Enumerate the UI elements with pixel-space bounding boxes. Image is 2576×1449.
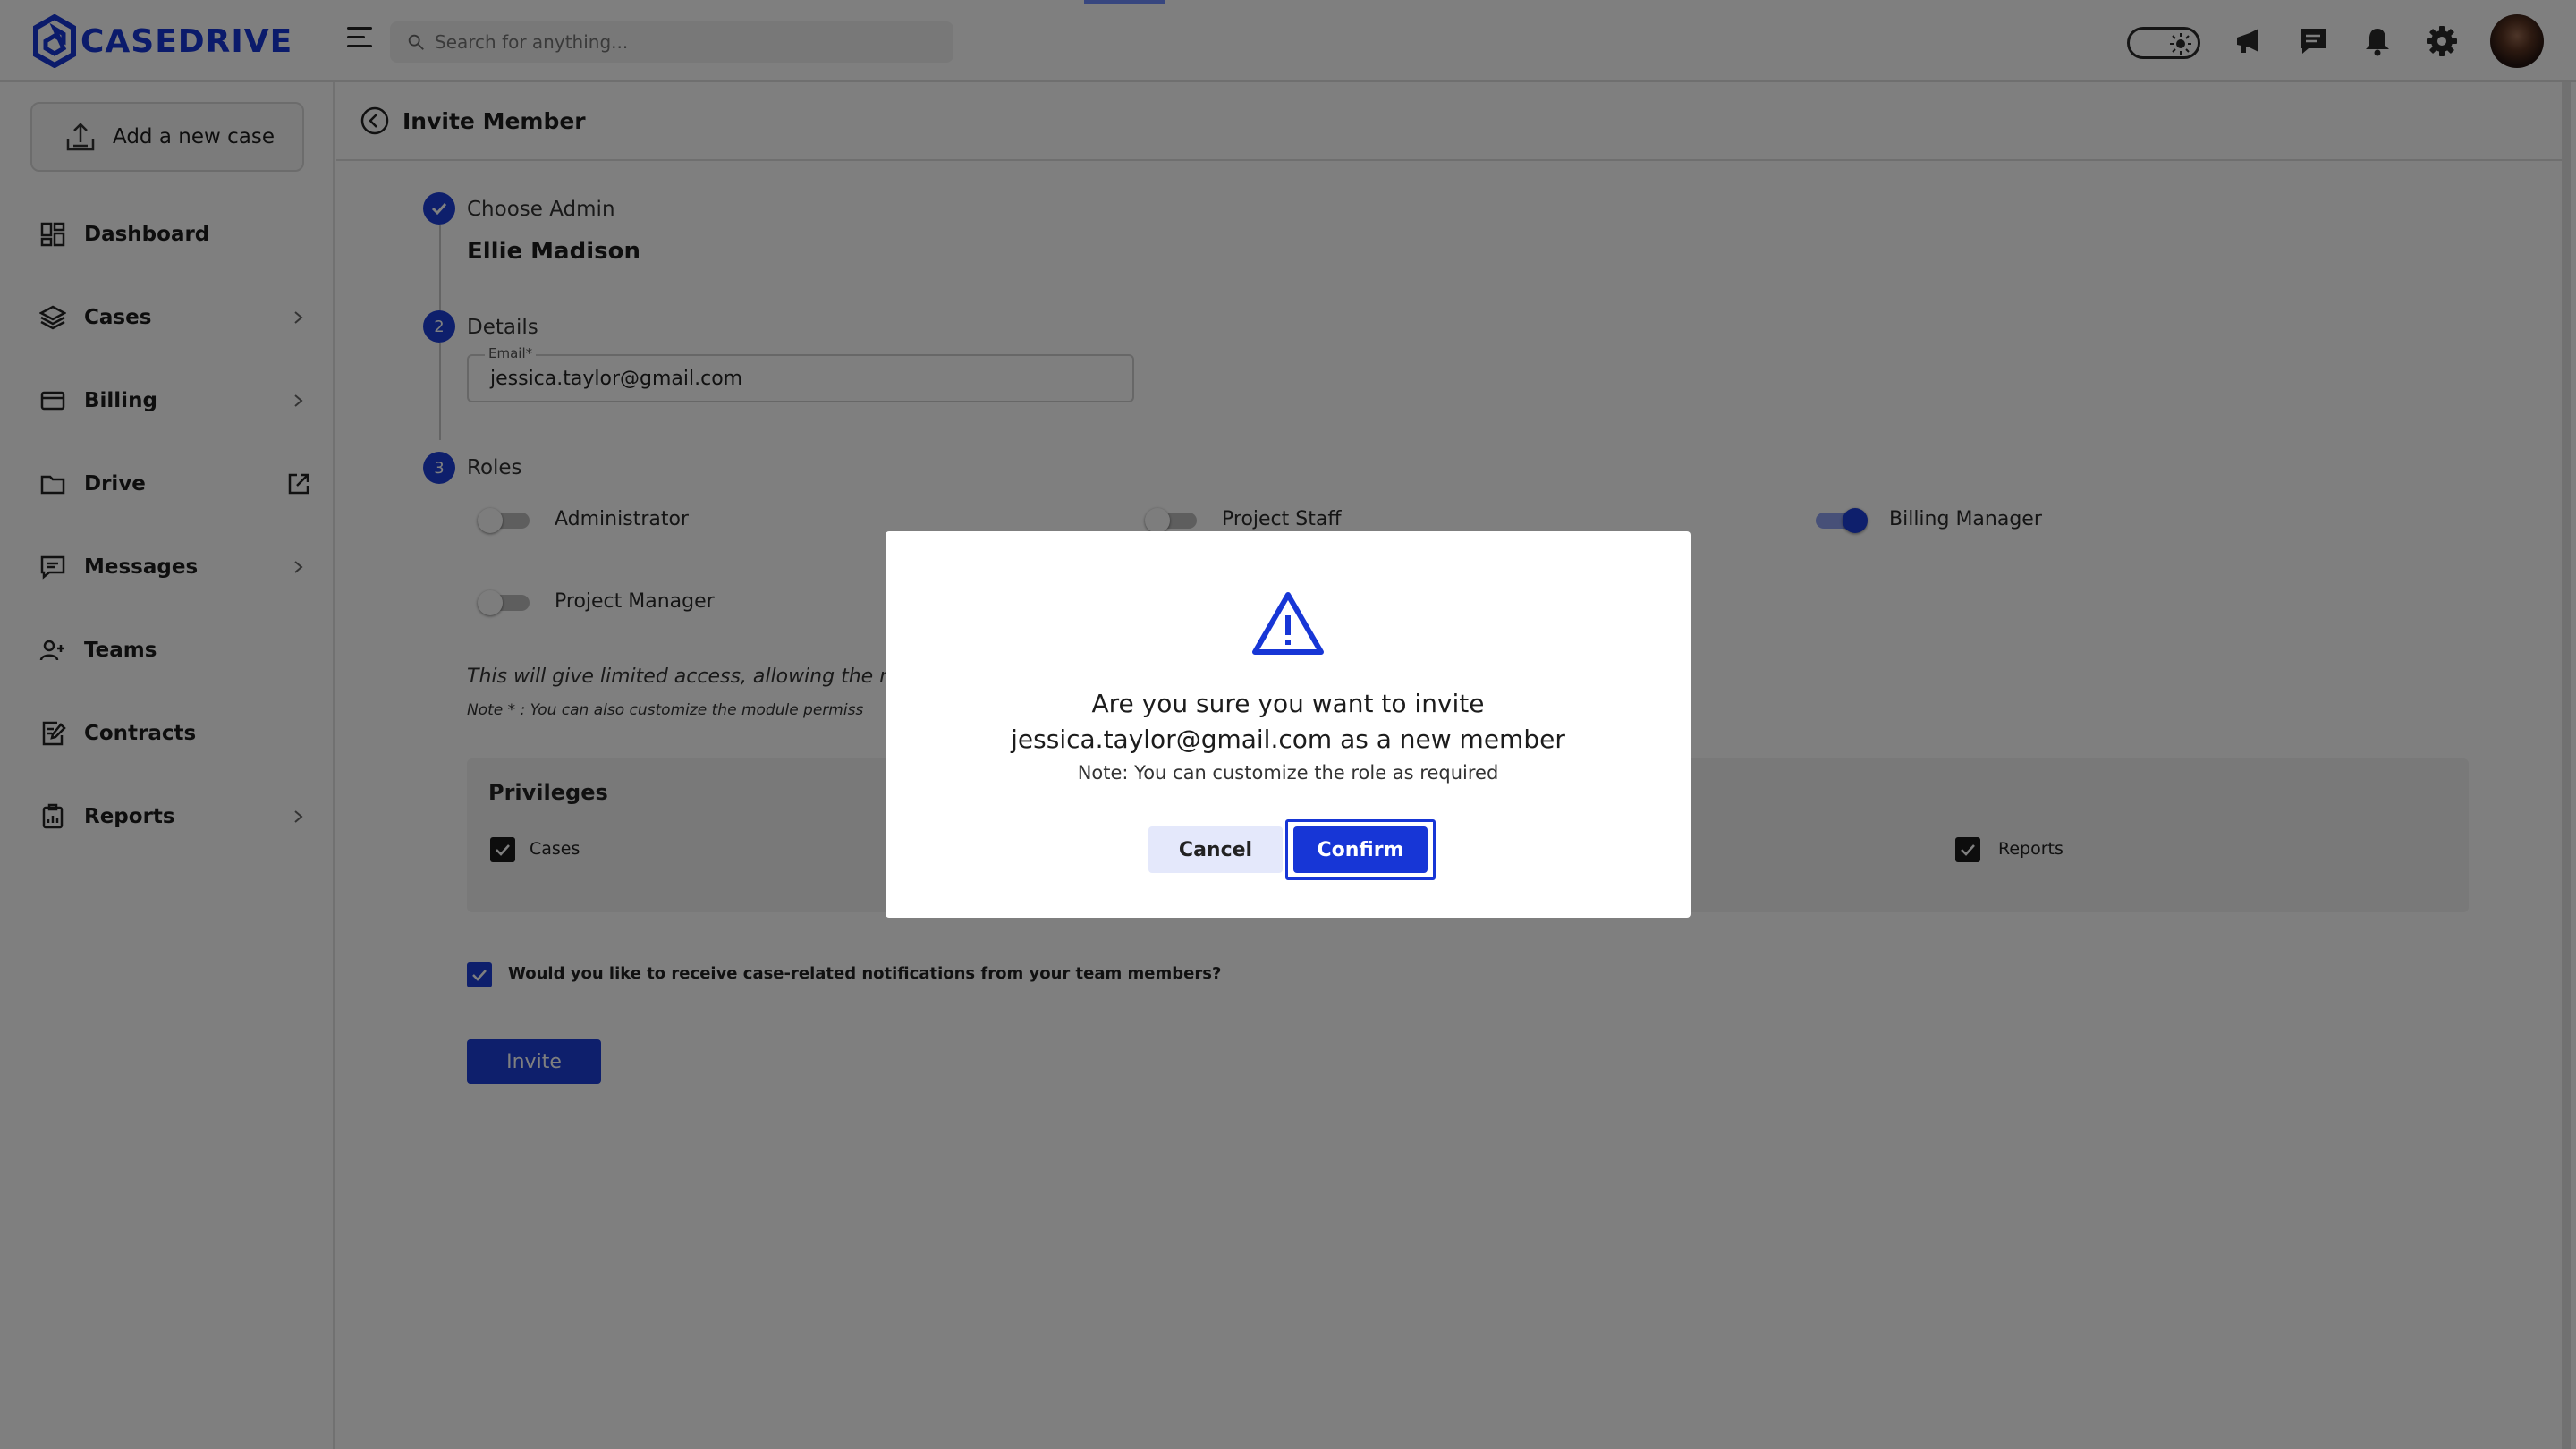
dialog-question-email: jessica.taylor@gmail.com as a new member	[1011, 724, 1565, 754]
confirm-button[interactable]: Confirm	[1293, 826, 1428, 873]
dialog-note: Note: You can customize the role as requ…	[1077, 762, 1499, 784]
warning-icon	[1252, 592, 1324, 655]
cancel-button[interactable]: Cancel	[1148, 826, 1283, 873]
confirm-invite-dialog: Are you sure you want to invite jessica.…	[886, 531, 1690, 918]
dialog-question: Are you sure you want to invite	[1091, 689, 1485, 718]
